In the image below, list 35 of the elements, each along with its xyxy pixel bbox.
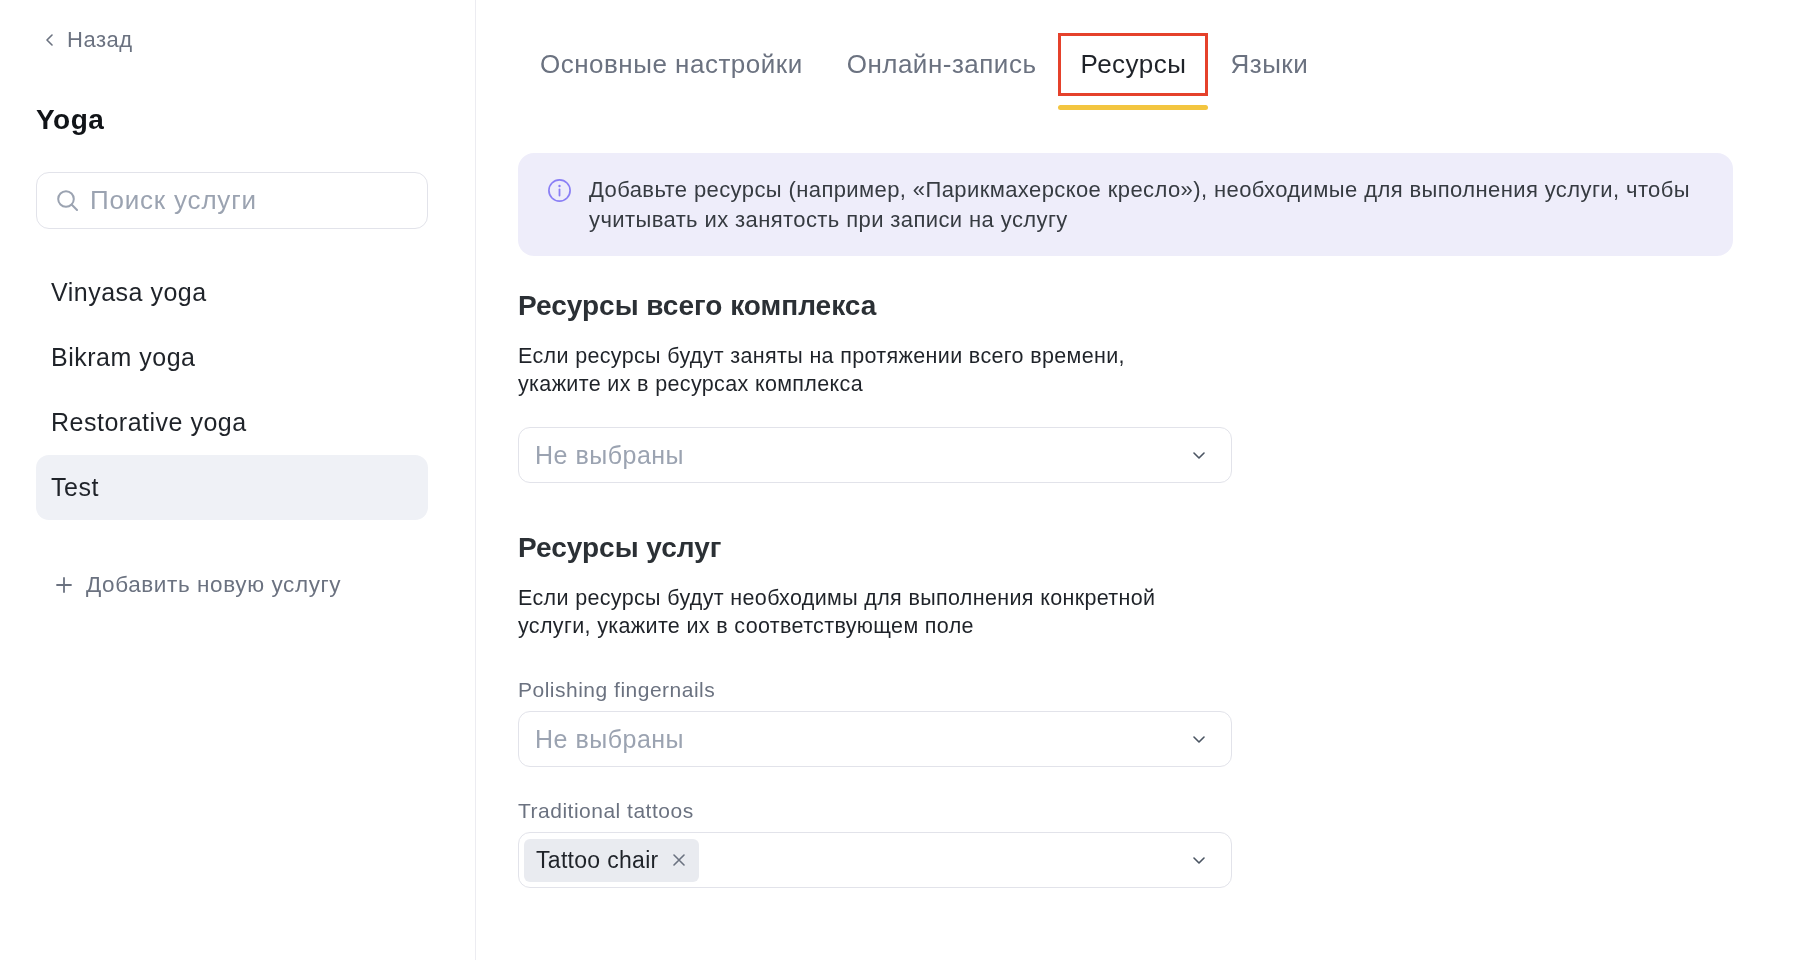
info-icon [548,179,571,202]
section-description: Если ресурсы будут заняты на протяжении всего времени, укажите их в ресурсах комплекса [518,343,1126,398]
resource-select[interactable]: Не выбраны [518,427,1232,483]
close-icon[interactable] [672,854,685,866]
resource-select[interactable]: Не выбраны [518,711,1232,767]
service-item[interactable]: Restorative yoga [36,390,428,455]
resource-select[interactable]: Tattoo chair [518,832,1232,888]
chevron-left-icon [46,34,53,46]
tag-label: Tattoo chair [536,846,659,874]
back-link-label[interactable]: Назад [67,27,133,53]
plus-icon [56,577,72,593]
tab[interactable]: Онлайн-запись [824,33,1059,96]
section-title: Ресурсы всего комплекса [518,290,877,322]
search-field[interactable]: Поиск услуги [36,172,428,229]
category-title: Yoga [36,104,105,136]
tab[interactable]: Основные настройки [518,33,825,96]
service-item[interactable]: Test [36,455,428,520]
search-icon [57,190,78,211]
chevron-down-icon [1193,451,1205,459]
tab[interactable]: Ресурсы [1058,33,1209,96]
back-link[interactable]: Назад [36,24,133,56]
service-item[interactable]: Vinyasa yoga [36,260,428,325]
section-description: Если ресурсы будут необходимы для выполнения конкретной услуги, укажите их в соответствующем поле [518,585,1157,640]
tab[interactable]: Языки [1208,33,1331,96]
field-label: Traditional tattoos [518,799,694,823]
info-text: Добавьте ресурсы (например, «Парикмахерское кресло»), необходимые для выполнения услуги, чтобы учитывать их занятость при записи на услугу [589,176,1691,234]
select-placeholder: Не выбраны [535,724,685,754]
chevron-down-icon [1193,856,1205,864]
service-item[interactable]: Bikram yoga [36,325,428,390]
select-placeholder: Не выбраны [535,440,685,470]
field-label: Polishing fingernails [518,678,716,702]
add-service-button[interactable]: Добавить новую услугу [36,569,342,601]
section-title: Ресурсы услуг [518,532,722,564]
add-service-label[interactable]: Добавить новую услугу [86,572,342,598]
chevron-down-icon [1193,735,1205,743]
